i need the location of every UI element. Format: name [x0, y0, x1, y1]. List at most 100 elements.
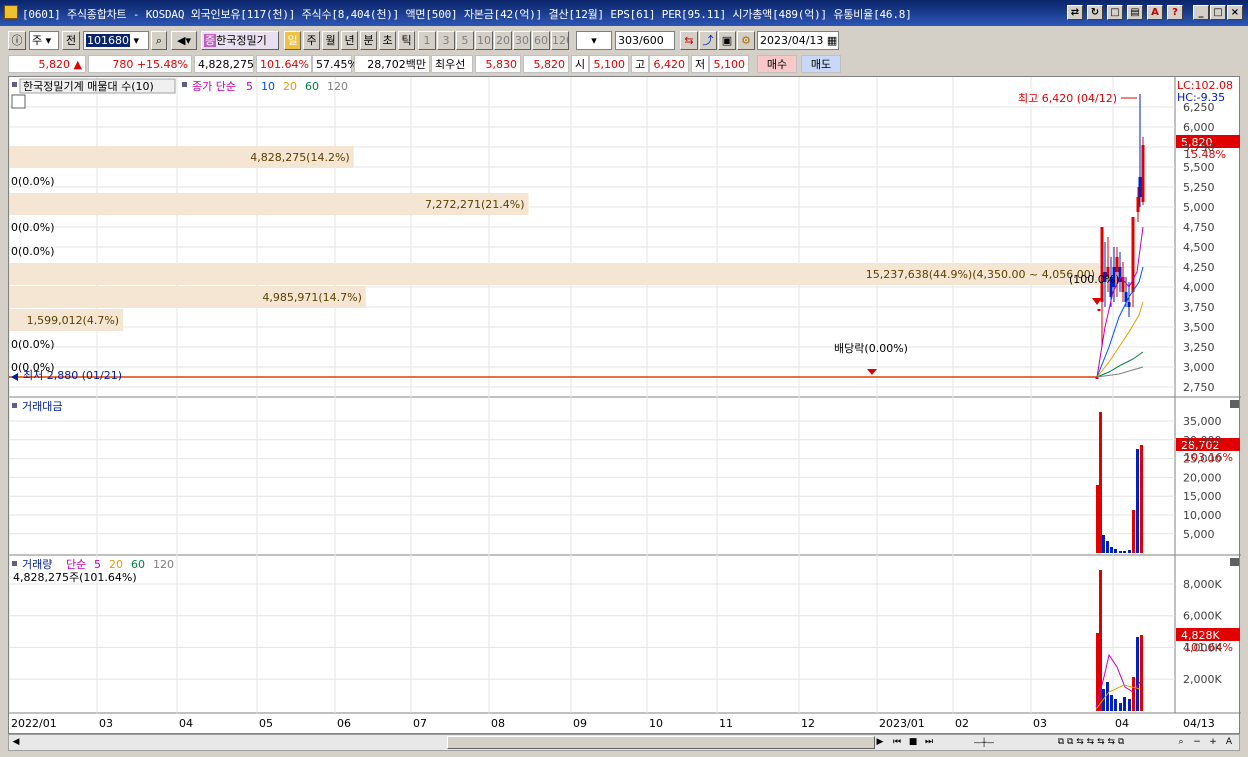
trend-icon[interactable]: ⤴ — [699, 31, 717, 50]
low-label: 저 — [691, 55, 709, 73]
maximize-button[interactable]: □ — [1210, 5, 1226, 20]
period-button-1[interactable]: 주 — [303, 31, 320, 50]
amount-bar — [1119, 551, 1122, 553]
amount-axis-label: 30,000 — [1183, 434, 1222, 447]
open-cell: 5,100 — [589, 55, 629, 73]
count-input[interactable]: 303/600 — [615, 31, 675, 50]
arrows-icon[interactable]: ⇆ — [680, 31, 698, 50]
scroll-right-icon[interactable]: ▶ — [874, 736, 886, 749]
speaker-icon[interactable]: ◀▾ — [171, 31, 197, 50]
low-note: 최저 2,880 (01/21) — [23, 369, 122, 382]
gear-icon[interactable]: ⚙ — [737, 31, 755, 50]
volume-ma-period-120: 120 — [153, 558, 174, 571]
minimize-button[interactable]: _ — [1193, 5, 1209, 20]
tool-icons[interactable]: ⧉ ⧉ ⇆ ⇆ ⇆ ⇆ ⧉ — [1021, 736, 1161, 749]
panel-close-icon[interactable] — [1230, 558, 1239, 566]
volume-bar — [1140, 635, 1143, 711]
search-icon[interactable]: ⌕ — [151, 31, 167, 50]
stock-badge: 증 — [204, 34, 217, 47]
last-icon[interactable]: ⏭ — [923, 736, 935, 749]
price-axis-label: 3,750 — [1183, 301, 1215, 314]
table-icon[interactable] — [11, 94, 26, 109]
interval-button-20[interactable]: 20 — [494, 31, 512, 50]
price-axis-label: 5,750 — [1183, 141, 1215, 154]
amount-bar — [1123, 551, 1126, 553]
amount-axis-label: 25,000 — [1183, 453, 1222, 466]
amount-bar — [1140, 445, 1143, 553]
scroll-thumb[interactable] — [447, 736, 875, 749]
zoom-in-icon[interactable]: + — [1207, 736, 1219, 749]
link-icon[interactable]: ⇄ — [1067, 5, 1083, 20]
font-icon[interactable]: A — [1147, 5, 1163, 20]
chart-canvas[interactable]: 0(0.0%) 0(0.0%) 1,599,012(4.7%) 4,985,971(1… — [9, 77, 1241, 735]
amount-axis-label: 5,000 — [1183, 528, 1215, 541]
zoom-out-icon[interactable]: − — [1191, 736, 1203, 749]
interval-button-60[interactable]: 60 — [532, 31, 550, 50]
rate-cell: 57.45% — [312, 55, 358, 73]
date-input[interactable]: 2023/04/13 ▦ — [757, 31, 839, 50]
scroll-left-icon[interactable]: ◀ — [10, 736, 22, 749]
stock-name-button[interactable]: 증한국정밀기 — [201, 31, 279, 50]
interval-button-1[interactable]: 1 — [418, 31, 436, 50]
panel-marker — [182, 82, 187, 87]
help-icon[interactable]: ? — [1167, 5, 1183, 20]
x-axis-label: 04 — [179, 717, 193, 730]
zoom-icon[interactable]: ⌕ — [1175, 736, 1187, 749]
stop-icon[interactable]: ■ — [907, 736, 919, 749]
buy-button[interactable]: 매수 — [757, 55, 797, 73]
sell-button[interactable]: 매도 — [801, 55, 841, 73]
high-label: 고 — [631, 55, 649, 73]
refresh-icon[interactable]: ↻ — [1087, 5, 1103, 20]
window-icon[interactable]: □ — [1107, 5, 1123, 20]
interval-button-10[interactable]: 10 — [475, 31, 493, 50]
price-axis-label: 6,000 — [1183, 121, 1215, 134]
market-select[interactable]: 주 ▾ — [29, 31, 59, 50]
save-icon[interactable]: ▣ — [718, 31, 736, 50]
volume-profile: 0(0.0%) 0(0.0%) 1,599,012(4.7%) 4,985,971(1… — [9, 146, 1099, 378]
code-input[interactable]: 101680 ▾ — [83, 31, 149, 50]
prev-button[interactable]: 전 — [62, 31, 80, 50]
period-button-5[interactable]: 초 — [379, 31, 396, 50]
price-axis-label: 3,500 — [1183, 321, 1215, 334]
marker-note: (100.0%) — [1069, 273, 1120, 286]
bid-cell: 5,820 — [523, 55, 569, 73]
stock-chart[interactable]: 0(0.0%) 0(0.0%) 1,599,012(4.7%) 4,985,971(1… — [8, 76, 1241, 735]
candle-body — [1141, 145, 1145, 202]
candle-body — [1115, 257, 1119, 272]
info-icon[interactable]: ⓘ — [8, 31, 26, 50]
x-axis-label: 05 — [259, 717, 273, 730]
period-button-0[interactable]: 일 — [284, 31, 301, 50]
interval-button-3[interactable]: 3 — [437, 31, 455, 50]
print-icon[interactable]: ▤ — [1127, 5, 1143, 20]
ma-line-0 — [1096, 226, 1144, 378]
interval-select[interactable]: ▾ — [576, 31, 612, 50]
profile-label: 0(0.0%) — [11, 221, 55, 234]
zoom-slider[interactable]: —┼— — [949, 736, 1019, 749]
moving-averages — [1096, 226, 1144, 378]
dividend-marker-icon — [867, 369, 877, 375]
change-pct: +15.48% — [136, 58, 188, 71]
x-axis-label: 12 — [801, 717, 815, 730]
interval-button-120[interactable]: 120 — [551, 31, 569, 50]
ma-period-10: 10 — [261, 80, 275, 93]
period-button-6[interactable]: 틱 — [398, 31, 415, 50]
volume-bar — [1123, 697, 1126, 711]
first-icon[interactable]: ⏮ — [891, 736, 903, 749]
period-button-2[interactable]: 월 — [322, 31, 339, 50]
amount-bar — [1128, 550, 1131, 553]
close-button[interactable]: × — [1227, 5, 1243, 20]
volume-ma-period-60: 60 — [131, 558, 145, 571]
interval-button-30[interactable]: 30 — [513, 31, 531, 50]
chart-scrollbar[interactable]: ◀ ▶ ⏮ ■ ⏭ —┼— ⧉ ⧉ ⇆ ⇆ ⇆ ⇆ ⧉ ⌕ − + A — [8, 734, 1240, 751]
volume-ma-label: 단순 — [66, 558, 86, 571]
profile-label: 1,599,012(4.7%) — [27, 314, 120, 327]
panel-close-icon[interactable] — [1230, 400, 1239, 408]
period-button-4[interactable]: 분 — [360, 31, 377, 50]
period-button-3[interactable]: 년 — [341, 31, 358, 50]
interval-button-5[interactable]: 5 — [456, 31, 474, 50]
font-size-icon[interactable]: A — [1223, 736, 1235, 749]
x-axis-label: 08 — [491, 717, 505, 730]
candle-body — [1138, 177, 1142, 197]
open-label: 시 — [571, 55, 589, 73]
volume-axis-label: 8,000K — [1183, 578, 1222, 591]
